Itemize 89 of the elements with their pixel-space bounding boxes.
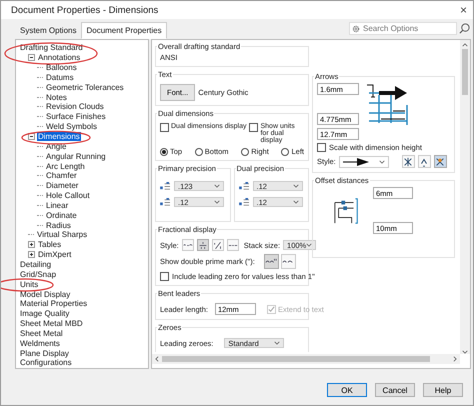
- precision-icon: [160, 182, 171, 190]
- tree-item[interactable]: Grid/Snap: [19, 270, 58, 279]
- tree-item[interactable]: Hole Callout: [45, 191, 91, 200]
- tree-item[interactable]: Annotations: [37, 53, 82, 62]
- arrow-placement-icon: [419, 156, 430, 166]
- tree-item[interactable]: Configurations: [19, 358, 73, 368]
- tree-item[interactable]: Surface Finishes: [45, 112, 107, 122]
- search-field[interactable]: Search Options: [349, 22, 457, 35]
- expand-toggle[interactable]: [28, 241, 35, 248]
- check-icon: [268, 306, 275, 312]
- tree-item[interactable]: Plane Display: [19, 348, 70, 358]
- fraction-style-button[interactable]: [182, 239, 194, 251]
- radio-button[interactable]: [160, 148, 168, 156]
- tree-item[interactable]: Sheet Metal: [19, 328, 64, 338]
- tree-item[interactable]: Angle: [45, 142, 68, 151]
- offset-distances-drawing: [333, 196, 361, 224]
- tree-item[interactable]: Radius: [45, 220, 72, 230]
- scroll-up-icon[interactable]: [462, 43, 468, 47]
- caret-icon: [214, 184, 220, 188]
- tree-item[interactable]: Weld Symbols: [45, 122, 98, 132]
- tab[interactable]: System Options: [15, 22, 82, 39]
- tree-item[interactable]: Dimensions: [37, 132, 81, 142]
- fraction-style-button[interactable]: [212, 239, 224, 251]
- precision-icon: [160, 198, 171, 206]
- checkbox[interactable]: [160, 123, 169, 132]
- tree-item[interactable]: Balloons: [45, 63, 78, 72]
- dialog-button[interactable]: Help: [423, 383, 463, 397]
- arrow-placement-icon: [435, 156, 446, 166]
- precision-icon: [238, 182, 250, 190]
- tree-item[interactable]: Chamfer: [45, 171, 78, 180]
- radio-button[interactable]: [241, 148, 250, 156]
- tree-item[interactable]: Model Display: [19, 290, 72, 299]
- tree-item[interactable]: Arc Length: [45, 162, 86, 171]
- tree-item[interactable]: Angular Running: [45, 152, 107, 161]
- tree-item[interactable]: Sheet Metal MBD: [19, 319, 84, 328]
- expand-toggle[interactable]: [28, 54, 35, 62]
- prime-mark-button[interactable]: [264, 254, 279, 269]
- caret-icon: [306, 243, 312, 247]
- dialog-button[interactable]: OK: [327, 383, 367, 397]
- tree-item[interactable]: Revision Clouds: [45, 102, 105, 112]
- caret-icon: [214, 200, 220, 204]
- precision-icon: [238, 198, 250, 206]
- tree-item[interactable]: Ordinate: [45, 210, 78, 220]
- caret-icon: [292, 184, 298, 188]
- fraction-icon: [212, 240, 223, 250]
- tree-item[interactable]: Material Properties: [19, 299, 88, 308]
- tree-item[interactable]: Linear: [45, 200, 70, 210]
- caret-icon: [292, 200, 298, 204]
- tree-item[interactable]: Units: [19, 280, 40, 289]
- checkbox[interactable]: [249, 123, 258, 132]
- tree-item[interactable]: Drafting Standard: [19, 43, 84, 52]
- tree-item[interactable]: Notes: [45, 92, 68, 102]
- fraction-style-button[interactable]: [226, 239, 239, 251]
- close-button[interactable]: ×: [460, 3, 467, 17]
- tree-item[interactable]: Image Quality: [19, 309, 70, 318]
- arrow-style-dropdown[interactable]: [338, 156, 389, 168]
- arrow-placement-button[interactable]: [434, 155, 447, 168]
- scroll-right-icon[interactable]: [453, 356, 457, 362]
- expand-toggle[interactable]: [28, 133, 35, 140]
- window-title: Document Properties - Dimensions: [11, 4, 158, 16]
- radio-button[interactable]: [194, 148, 203, 156]
- caret-icon: [378, 160, 385, 164]
- dialog-button[interactable]: Cancel: [375, 383, 415, 397]
- tree-item[interactable]: Detailing: [19, 260, 52, 269]
- arrow-placement-icon: [403, 156, 414, 166]
- search-icon[interactable]: [459, 23, 470, 34]
- checkbox[interactable]: [317, 143, 326, 152]
- caret-icon: [274, 341, 280, 345]
- radio-button[interactable]: [281, 148, 290, 156]
- fraction-icon: [198, 240, 208, 250]
- vertical-scrollbar[interactable]: [460, 40, 470, 354]
- prime-mark-button[interactable]: [280, 254, 296, 269]
- horizontal-scrollbar[interactable]: [152, 354, 460, 364]
- fraction-style-button[interactable]: [196, 239, 209, 251]
- scroll-left-icon[interactable]: [155, 356, 159, 362]
- tree-item[interactable]: Virtual Sharps: [36, 230, 88, 240]
- arrow-placement-button[interactable]: [402, 155, 415, 168]
- tree-item[interactable]: DimXpert: [37, 250, 72, 260]
- annotation-ellipse: [21, 130, 91, 144]
- expand-toggle[interactable]: [28, 251, 35, 258]
- tree-item[interactable]: Diameter: [45, 181, 80, 190]
- tab[interactable]: Document Properties: [81, 22, 167, 39]
- tree-item[interactable]: Datums: [45, 72, 75, 82]
- tree-item[interactable]: Weldments: [19, 338, 61, 348]
- arrow-placement-button[interactable]: [418, 155, 431, 168]
- scroll-down-icon[interactable]: [462, 350, 468, 354]
- checkbox[interactable]: [160, 272, 169, 281]
- tree-item[interactable]: Tables: [37, 240, 62, 250]
- tree-item[interactable]: Geometric Tolerances: [45, 82, 125, 92]
